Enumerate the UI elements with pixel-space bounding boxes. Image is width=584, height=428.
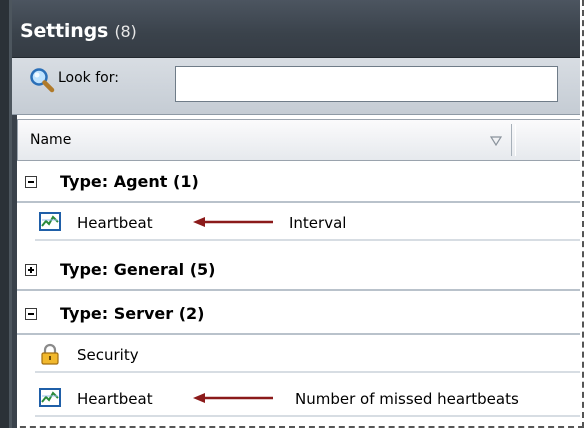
monitor-chart-icon xyxy=(39,212,61,231)
search-input[interactable] xyxy=(175,66,558,102)
group-label: Type: Agent (1) xyxy=(60,172,199,191)
item-label: Heartbeat xyxy=(77,214,153,232)
settings-list: Type: Agent (1) Heartbeat Interval Type:… xyxy=(17,161,580,421)
column-divider[interactable] xyxy=(511,124,512,156)
group-label: Type: General (5) xyxy=(60,260,216,279)
group-row-general[interactable]: Type: General (5) xyxy=(17,249,580,291)
search-icon xyxy=(30,68,55,93)
item-label: Security xyxy=(77,346,139,364)
annotation-arrow xyxy=(193,393,273,403)
collapse-icon[interactable] xyxy=(25,308,37,320)
group-row-server[interactable]: Type: Server (2) xyxy=(17,293,580,335)
annotation-label: Interval xyxy=(289,214,347,232)
panel-title: Settings (8) xyxy=(20,20,137,42)
lock-icon xyxy=(41,343,59,365)
column-header-name[interactable]: Name xyxy=(30,132,71,148)
monitor-chart-icon xyxy=(39,388,61,407)
list-item[interactable]: Heartbeat Interval xyxy=(35,205,580,241)
panel-title-text: Settings xyxy=(20,20,109,42)
search-bar: Look for: xyxy=(12,58,580,115)
search-label: Look for: xyxy=(58,70,119,86)
title-bar: Settings (8) xyxy=(12,0,580,58)
collapse-icon[interactable] xyxy=(25,176,37,188)
filter-dropdown-icon[interactable] xyxy=(490,136,502,146)
group-label: Type: Server (2) xyxy=(60,304,205,323)
column-divider-highlight xyxy=(515,124,516,156)
annotation-label: Number of missed heartbeats xyxy=(295,390,519,408)
left-edge xyxy=(0,0,12,428)
item-label: Heartbeat xyxy=(77,390,153,408)
list-item[interactable]: Security xyxy=(35,337,580,373)
annotation-arrow xyxy=(193,217,273,227)
list-item[interactable]: Heartbeat Number of missed heartbeats xyxy=(35,381,580,417)
column-header[interactable]: Name xyxy=(17,119,580,161)
expand-icon[interactable] xyxy=(25,264,37,276)
panel-title-count: (8) xyxy=(114,22,137,41)
group-row-agent[interactable]: Type: Agent (1) xyxy=(17,161,580,203)
